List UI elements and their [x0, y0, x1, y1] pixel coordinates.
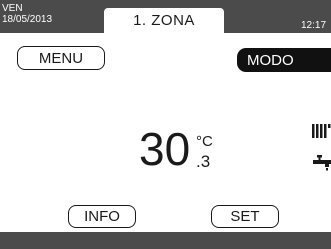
temperature-decimal: .3: [196, 152, 211, 171]
temperature-unit: °C: [196, 133, 213, 150]
radiator-icon: [312, 124, 331, 138]
info-button[interactable]: INFO: [68, 205, 136, 228]
date-label: 18/05/2013: [2, 14, 53, 25]
zone-tab[interactable]: 1. ZONA: [104, 8, 224, 33]
menu-button[interactable]: MENU: [17, 46, 105, 70]
top-bar: VEN 18/05/2013 1. ZONA 12:17: [0, 0, 331, 33]
temperature-value: 30: [139, 123, 191, 175]
day-label: VEN: [2, 3, 23, 14]
bottom-bar: [0, 232, 331, 249]
date-block: VEN 18/05/2013: [2, 3, 52, 25]
clock: 12:17: [301, 20, 327, 31]
set-button[interactable]: SET: [211, 205, 279, 228]
tap-icon: [313, 155, 331, 171]
modo-button[interactable]: MODO: [237, 48, 331, 72]
